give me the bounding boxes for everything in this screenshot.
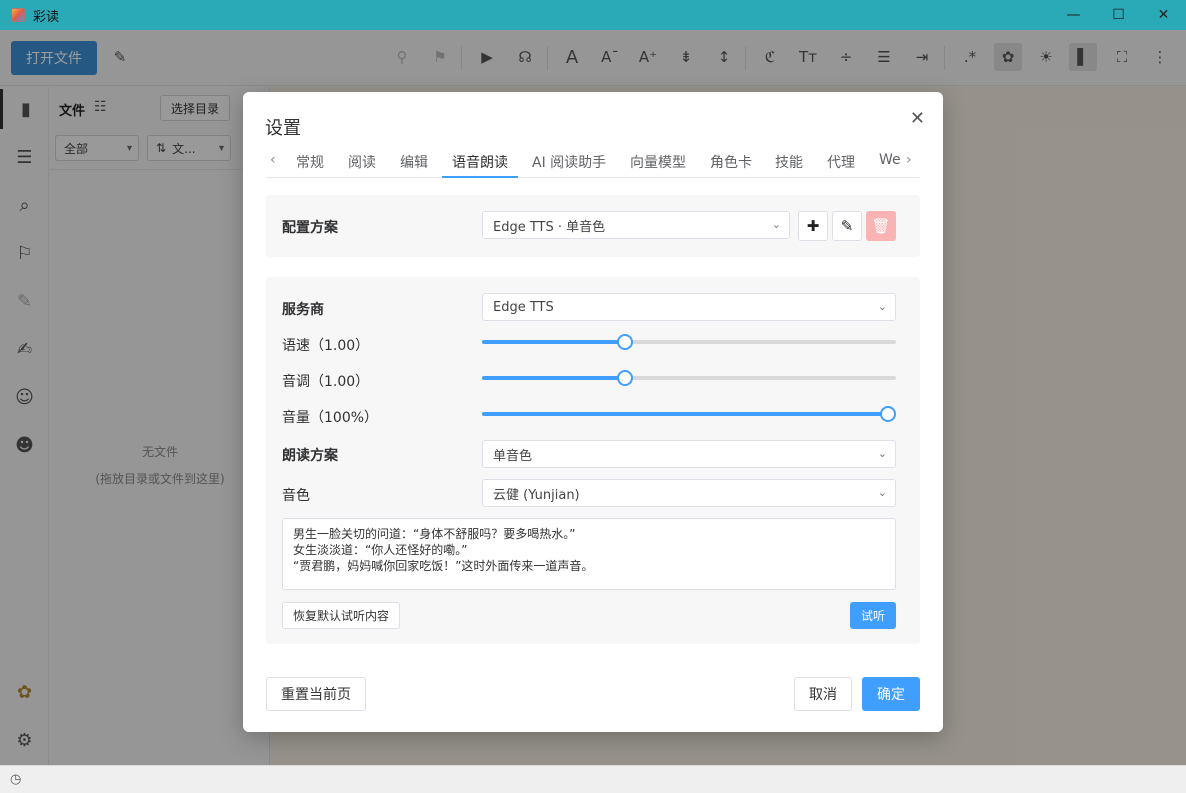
sample-text-line: 女生淡淡道：“你人还怪好的嘞。” <box>293 543 468 557</box>
profile-card: 配置方案 Edge TTS · 单音色 ⌄ ✚ ✎ 🗑 <box>266 195 920 257</box>
provider-label: 服务商 <box>282 302 324 318</box>
clock-icon[interactable]: ◷ <box>10 772 21 787</box>
tts-settings-card: 服务商 Edge TTS ⌄ 语速（1.00） 音调（1.00） 音量（100%… <box>266 277 920 644</box>
chevron-down-icon: ⌄ <box>877 486 887 499</box>
status-bar: ◷ <box>0 765 1186 793</box>
slider-fill <box>482 376 625 380</box>
window-controls: — ☐ ✕ <box>1051 0 1186 30</box>
tab-character-card[interactable]: 角色卡 <box>710 152 752 172</box>
profile-value: Edge TTS · 单音色 <box>493 219 606 235</box>
chevron-down-icon: ⌄ <box>877 447 887 460</box>
window-title: 彩读 <box>33 9 60 25</box>
trash-icon: 🗑 <box>871 217 891 235</box>
chevron-down-icon: ⌄ <box>771 218 781 231</box>
rate-slider[interactable] <box>482 334 896 350</box>
active-tab-indicator <box>442 176 518 178</box>
tab-editing[interactable]: 编辑 <box>400 152 428 172</box>
tab-embedding[interactable]: 向量模型 <box>630 152 686 172</box>
tab-ai-assistant[interactable]: AI 阅读助手 <box>532 152 606 172</box>
pitch-slider[interactable] <box>482 370 896 386</box>
restore-default-sample-button[interactable]: 恢复默认试听内容 <box>282 602 400 629</box>
reading-scheme-label: 朗读方案 <box>282 448 338 464</box>
dialog-title: 设置 <box>265 118 301 139</box>
tab-skills[interactable]: 技能 <box>775 152 803 172</box>
chevron-down-icon: ⌄ <box>877 300 887 313</box>
edit-icon: ✎ <box>840 217 854 235</box>
title-bar: 彩读 — ☐ ✕ <box>0 0 1186 30</box>
slider-thumb[interactable] <box>880 406 896 422</box>
voice-label: 音色 <box>282 488 310 504</box>
slider-fill <box>482 412 888 416</box>
delete-profile-button[interactable]: 🗑 <box>866 211 896 241</box>
plus-icon: ✚ <box>806 217 820 235</box>
add-profile-button[interactable]: ✚ <box>798 211 828 241</box>
tabs-next-icon[interactable]: › <box>906 152 912 168</box>
close-icon[interactable]: ✕ <box>910 108 925 129</box>
tab-web[interactable]: We <box>879 152 901 168</box>
volume-label: 音量（100%） <box>282 410 379 426</box>
slider-fill <box>482 340 625 344</box>
maximize-button[interactable]: ☐ <box>1096 0 1141 30</box>
tab-tts[interactable]: 语音朗读 <box>452 152 508 172</box>
sample-text-line: 男生一脸关切的问道：“身体不舒服吗？要多喝热水。” <box>293 527 576 541</box>
app-logo-icon <box>11 8 25 22</box>
pitch-label: 音调（1.00） <box>282 374 370 390</box>
confirm-button[interactable]: 确定 <box>862 677 920 711</box>
tab-general[interactable]: 常规 <box>296 152 324 172</box>
settings-dialog: 设置 ✕ ‹ 常规 阅读 编辑 语音朗读 AI 阅读助手 向量模型 角色卡 技能… <box>243 92 943 732</box>
profile-label: 配置方案 <box>282 220 338 236</box>
slider-thumb[interactable] <box>617 334 633 350</box>
volume-slider[interactable] <box>482 406 896 422</box>
preview-listen-button[interactable]: 试听 <box>850 602 896 629</box>
voice-select[interactable]: 云健 (Yunjian) ⌄ <box>482 479 896 507</box>
sample-text-line: “贾君鹏，妈妈喊你回家吃饭！”这时外面传来一道声音。 <box>293 559 594 573</box>
minimize-button[interactable]: — <box>1051 0 1096 30</box>
edit-profile-button[interactable]: ✎ <box>832 211 862 241</box>
profile-select[interactable]: Edge TTS · 单音色 ⌄ <box>482 211 790 239</box>
sample-text-input[interactable]: 男生一脸关切的问道：“身体不舒服吗？要多喝热水。” 女生淡淡道：“你人还怪好的嘞… <box>282 518 896 590</box>
provider-select[interactable]: Edge TTS ⌄ <box>482 293 896 321</box>
reading-scheme-select[interactable]: 单音色 ⌄ <box>482 440 896 468</box>
cancel-button[interactable]: 取消 <box>794 677 852 711</box>
settings-tabs: ‹ 常规 阅读 编辑 语音朗读 AI 阅读助手 向量模型 角色卡 技能 代理 W… <box>266 146 920 178</box>
reset-page-button[interactable]: 重置当前页 <box>266 677 366 711</box>
reading-scheme-value: 单音色 <box>493 448 533 464</box>
rate-label: 语速（1.00） <box>282 338 370 354</box>
tab-proxy[interactable]: 代理 <box>827 152 855 172</box>
voice-value: 云健 (Yunjian) <box>493 487 580 503</box>
provider-value: Edge TTS <box>493 299 554 315</box>
tab-reading[interactable]: 阅读 <box>348 152 376 172</box>
close-window-button[interactable]: ✕ <box>1141 0 1186 30</box>
slider-thumb[interactable] <box>617 370 633 386</box>
tabs-prev-icon[interactable]: ‹ <box>270 152 276 168</box>
